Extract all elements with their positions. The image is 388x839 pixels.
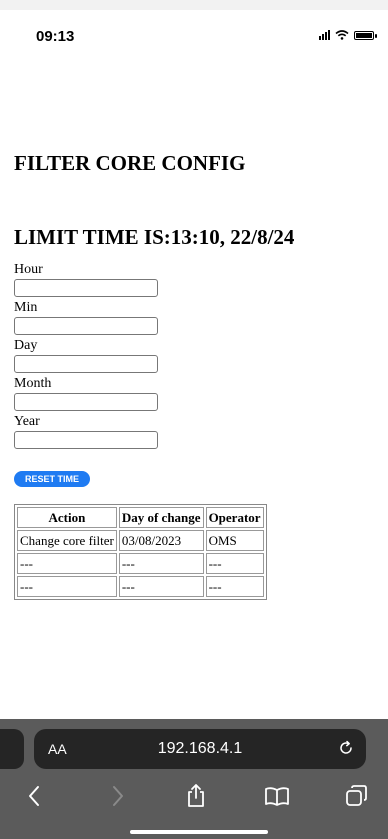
cell-date: ---: [118, 553, 204, 574]
day-input[interactable]: [14, 355, 158, 373]
cell-date: ---: [118, 576, 204, 597]
reset-time-button[interactable]: RESET TIME: [14, 471, 91, 487]
hour-label: Hour: [14, 262, 43, 277]
min-label: Min: [14, 300, 38, 315]
reload-icon[interactable]: [338, 740, 354, 756]
cell-operator: OMS: [205, 530, 264, 551]
cell-action: ---: [17, 576, 117, 597]
month-label: Month: [14, 376, 52, 391]
cell-operator: ---: [205, 553, 264, 574]
table-row: --- --- ---: [17, 553, 264, 574]
table-header-row: Action Day of change Operator: [17, 507, 264, 528]
header-action: Action: [17, 507, 117, 528]
header-day-of-change: Day of change: [118, 507, 204, 528]
home-indicator: [130, 830, 268, 834]
min-input[interactable]: [14, 317, 158, 335]
hour-input[interactable]: [14, 279, 158, 297]
cell-operator: ---: [205, 576, 264, 597]
status-bar: 09:13: [0, 10, 388, 54]
year-label: Year: [14, 414, 40, 429]
cell-date: 03/08/2023: [118, 530, 204, 551]
cell-action: Change core filter: [17, 530, 117, 551]
filter-change-table: Action Day of change Operator Change cor…: [14, 504, 267, 600]
cell-action: ---: [17, 553, 117, 574]
bookmarks-icon[interactable]: [264, 783, 290, 809]
tabs-icon[interactable]: [344, 783, 370, 809]
header-operator: Operator: [205, 507, 264, 528]
previous-tab-preview[interactable]: [0, 729, 24, 769]
status-time: 09:13: [36, 28, 75, 45]
url-text[interactable]: 192.168.4.1: [34, 740, 366, 758]
page-content: FILTER CORE CONFIG LIMIT TIME IS:13:10, …: [14, 150, 374, 600]
month-input[interactable]: [14, 393, 158, 411]
day-label: Day: [14, 338, 38, 353]
table-row: --- --- ---: [17, 576, 264, 597]
signal-icon: [319, 30, 330, 40]
status-icons: [319, 30, 377, 40]
browser-nav-row: [0, 783, 388, 813]
table-row: Change core filter 03/08/2023 OMS: [17, 530, 264, 551]
back-icon[interactable]: [22, 783, 48, 809]
address-bar[interactable]: AA 192.168.4.1: [34, 729, 366, 769]
forward-icon[interactable]: [104, 783, 130, 809]
phone-screen: 09:13 FILTER CORE CONFIG LIMIT TIME IS:1…: [0, 10, 388, 839]
share-icon[interactable]: [183, 783, 209, 809]
page-title: FILTER CORE CONFIG: [14, 151, 246, 175]
battery-icon: [354, 30, 377, 40]
wifi-icon: [335, 30, 349, 40]
year-input[interactable]: [14, 431, 158, 449]
limit-time-heading: LIMIT TIME IS:13:10, 22/8/24: [14, 225, 295, 249]
browser-toolbar: AA 192.168.4.1: [0, 719, 388, 839]
reset-time-form: Hour Min Day Month Year RESET TIME: [14, 262, 374, 487]
